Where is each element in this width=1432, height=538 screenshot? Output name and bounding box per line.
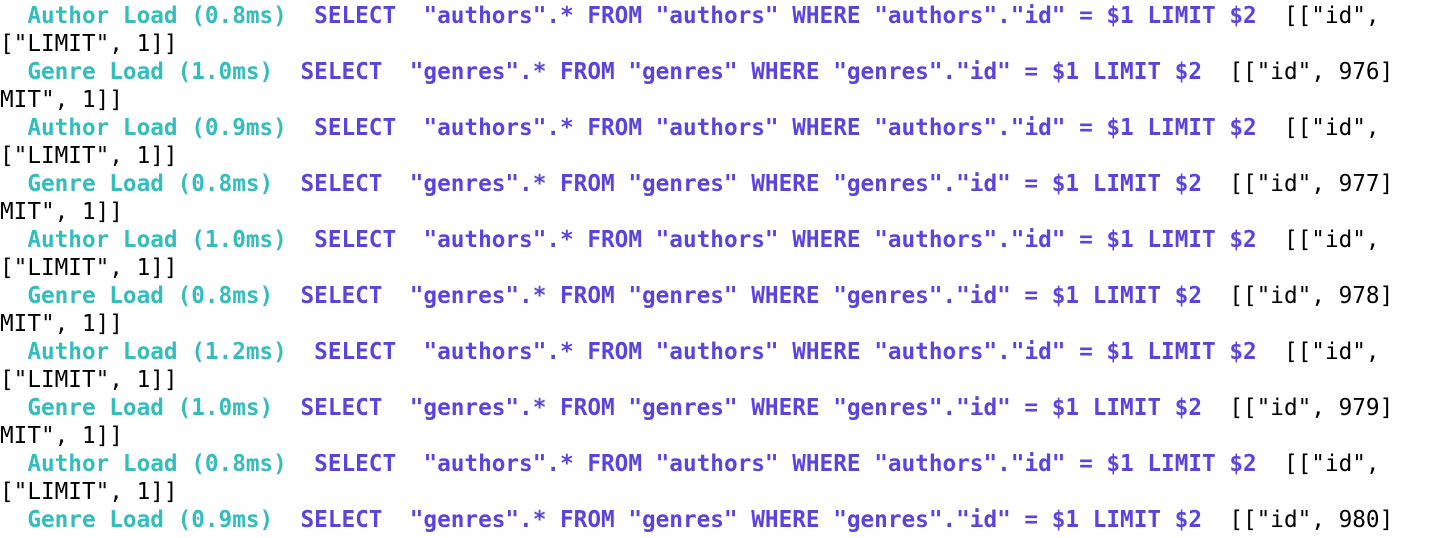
bind-params: [["id", 976] [1202, 59, 1394, 85]
bind-params: [["id", 980] [1202, 507, 1394, 533]
bind-params: [["id", 978] [1202, 283, 1394, 309]
wrapped-line: ["LIMIT", 1]] [0, 142, 178, 170]
bind-params: [["id", [1256, 115, 1380, 141]
log-entry-line: Author Load (0.8ms) SELECT "authors".* F… [0, 450, 1380, 478]
bind-params-continuation: ["LIMIT", 1]] [0, 367, 178, 393]
sql-statement: SELECT "genres".* FROM "genres" WHERE "g… [300, 507, 1203, 533]
query-load-label: Author Load (0.8ms) [0, 451, 315, 477]
wrapped-line: MIT", 1]] [0, 86, 123, 114]
sql-statement: SELECT "authors".* FROM "authors" WHERE … [314, 115, 1257, 141]
bind-params: [["id", [1256, 451, 1380, 477]
wrapped-line: MIT", 1]] [0, 422, 123, 450]
log-entry-line: Author Load (0.9ms) SELECT "authors".* F… [0, 114, 1380, 142]
bind-params-continuation: MIT", 1]] [0, 199, 123, 225]
sql-statement: SELECT "genres".* FROM "genres" WHERE "g… [300, 395, 1203, 421]
log-entry-line: Author Load (1.2ms) SELECT "authors".* F… [0, 338, 1380, 366]
sql-statement: SELECT "authors".* FROM "authors" WHERE … [314, 227, 1257, 253]
terminal-output[interactable]: Author Load (0.8ms) SELECT "authors".* F… [0, 0, 1432, 538]
query-load-label: Genre Load (1.0ms) [0, 59, 301, 85]
log-entry-line: Author Load (1.0ms) SELECT "authors".* F… [0, 226, 1380, 254]
bind-params: [["id", [1256, 227, 1380, 253]
bind-params-continuation: ["LIMIT", 1]] [0, 479, 178, 505]
query-load-label: Author Load (0.8ms) [0, 3, 315, 29]
sql-statement: SELECT "genres".* FROM "genres" WHERE "g… [300, 171, 1203, 197]
bind-params-continuation: ["LIMIT", 1]] [0, 143, 178, 169]
wrapped-line: MIT", 1]] [0, 310, 123, 338]
log-entry-line: Genre Load (0.9ms) SELECT "genres".* FRO… [0, 506, 1393, 534]
query-load-label: Genre Load (0.8ms) [0, 171, 301, 197]
query-load-label: Genre Load (0.9ms) [0, 507, 301, 533]
bind-params: [["id", [1256, 3, 1380, 29]
sql-statement: SELECT "authors".* FROM "authors" WHERE … [314, 3, 1257, 29]
bind-params-continuation: ["LIMIT", 1]] [0, 255, 178, 281]
wrapped-line: MIT", 1]] [0, 198, 123, 226]
bind-params: [["id", 979] [1202, 395, 1394, 421]
wrapped-line: ["LIMIT", 1]] [0, 30, 178, 58]
wrapped-line: ["LIMIT", 1]] [0, 254, 178, 282]
query-load-label: Genre Load (1.0ms) [0, 395, 301, 421]
bind-params: [["id", [1256, 339, 1380, 365]
log-entry-line: Author Load (0.8ms) SELECT "authors".* F… [0, 2, 1380, 30]
sql-statement: SELECT "authors".* FROM "authors" WHERE … [314, 339, 1257, 365]
query-load-label: Genre Load (0.8ms) [0, 283, 301, 309]
query-load-label: Author Load (0.9ms) [0, 115, 315, 141]
sql-statement: SELECT "authors".* FROM "authors" WHERE … [314, 451, 1257, 477]
log-entry-line: Genre Load (1.0ms) SELECT "genres".* FRO… [0, 58, 1393, 86]
bind-params: [["id", 977] [1202, 171, 1394, 197]
log-entry-line: Genre Load (1.0ms) SELECT "genres".* FRO… [0, 394, 1393, 422]
query-load-label: Author Load (1.2ms) [0, 339, 315, 365]
bind-params-continuation: MIT", 1]] [0, 311, 123, 337]
sql-statement: SELECT "genres".* FROM "genres" WHERE "g… [300, 59, 1203, 85]
bind-params-continuation: MIT", 1]] [0, 423, 123, 449]
query-load-label: Author Load (1.0ms) [0, 227, 315, 253]
bind-params-continuation: MIT", 1]] [0, 87, 123, 113]
log-entry-line: Genre Load (0.8ms) SELECT "genres".* FRO… [0, 282, 1393, 310]
sql-statement: SELECT "genres".* FROM "genres" WHERE "g… [300, 283, 1203, 309]
log-entry-line: Genre Load (0.8ms) SELECT "genres".* FRO… [0, 170, 1393, 198]
wrapped-line: ["LIMIT", 1]] [0, 366, 178, 394]
wrapped-line: ["LIMIT", 1]] [0, 478, 178, 506]
bind-params-continuation: ["LIMIT", 1]] [0, 31, 178, 57]
